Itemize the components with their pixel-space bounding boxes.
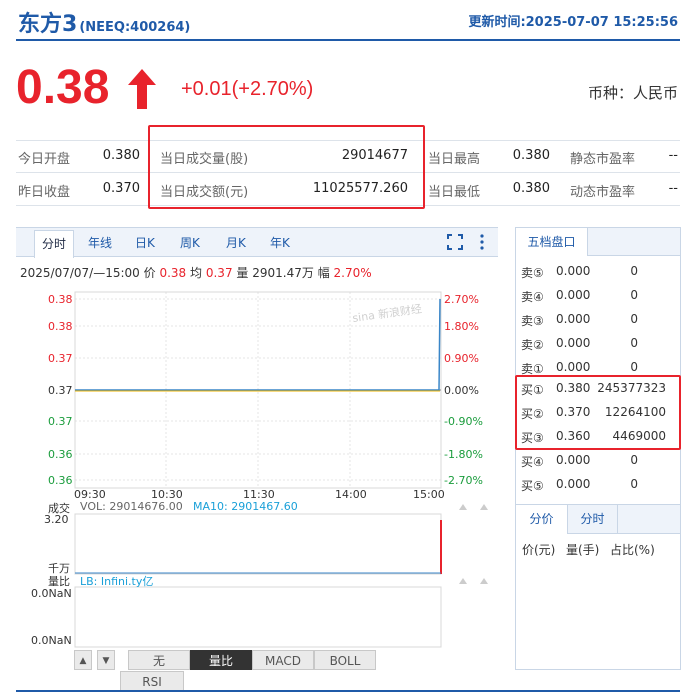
tab-time-dist[interactable]: 分时 — [568, 505, 618, 534]
sell-level-volume: 0 — [630, 312, 638, 326]
indicator-rsi-button[interactable]: RSI — [120, 671, 184, 691]
sell-level-volume: 0 — [630, 288, 638, 302]
buy-level-volume: 0 — [630, 477, 638, 491]
axis-left-2: 0.37 — [48, 352, 73, 365]
intraday-chart: sina 新浪财经 — [74, 291, 488, 648]
axis-left-4: 0.37 — [48, 415, 73, 428]
col-price: 价(元) — [522, 543, 556, 557]
buy-highlight-box — [515, 375, 681, 450]
scroll-up-button[interactable]: ▲ — [74, 650, 92, 670]
sell-level-volume: 0 — [630, 360, 638, 374]
axis-left-3: 0.37 — [48, 384, 73, 397]
volume-vol-text: VOL: 29014676.00 — [80, 500, 183, 513]
sina-watermark: sina 新浪财经 — [351, 301, 422, 325]
axis-right-5: -1.80% — [444, 448, 483, 461]
col-ratio: 占比(%) — [610, 543, 655, 557]
dynamic-pe-value: -- — [668, 181, 678, 196]
ratio-lb-text: LB: Infini.ty亿 — [80, 575, 154, 588]
axis-right-1: 1.80% — [444, 320, 479, 333]
axis-left-6: 0.36 — [48, 474, 73, 487]
volume-ma10-text: MA10: 2901467.60 — [193, 500, 298, 513]
tab-price-dist[interactable]: 分价 — [516, 505, 568, 534]
axis-right-3: 0.00% — [444, 384, 479, 397]
sell-level-volume: 0 — [630, 264, 638, 278]
ratio-label-b: 0.0NaN — [31, 634, 72, 647]
buy-level-volume: 0 — [630, 453, 638, 467]
currency-label: 币种：人民币 — [587, 84, 678, 102]
tab-five-level[interactable]: 五档盘口 — [516, 228, 588, 256]
axis-right-4: -0.90% — [444, 415, 483, 428]
static-pe-label: 静态市盈率 — [570, 152, 636, 167]
time-label-3: 14:00 — [335, 488, 367, 501]
indicator-macd-button[interactable]: MACD — [252, 650, 314, 670]
static-pe-value: -- — [668, 148, 678, 163]
footer-divider — [16, 690, 680, 692]
indicator-ratio-button[interactable]: 量比 — [190, 650, 252, 670]
sell-level-volume: 0 — [630, 336, 638, 350]
col-volume: 量(手) — [566, 543, 600, 557]
time-label-4: 15:00 — [413, 488, 445, 501]
indicator-boll-button[interactable]: BOLL — [314, 650, 376, 670]
axis-left-1: 0.38 — [48, 320, 73, 333]
axis-right-6: -2.70% — [444, 474, 483, 487]
indicator-none-button[interactable]: 无 — [128, 650, 190, 670]
axis-right-0: 2.70% — [444, 293, 479, 306]
ratio-label-a: 0.0NaN — [31, 587, 72, 600]
axis-left-5: 0.36 — [48, 448, 73, 461]
volume-max-label: 3.20 — [44, 513, 69, 526]
scroll-down-button[interactable]: ▼ — [97, 650, 115, 670]
axis-right-2: 0.90% — [444, 352, 479, 365]
axis-left-0: 0.38 — [48, 293, 73, 306]
dynamic-pe-label: 动态市盈率 — [570, 185, 636, 200]
